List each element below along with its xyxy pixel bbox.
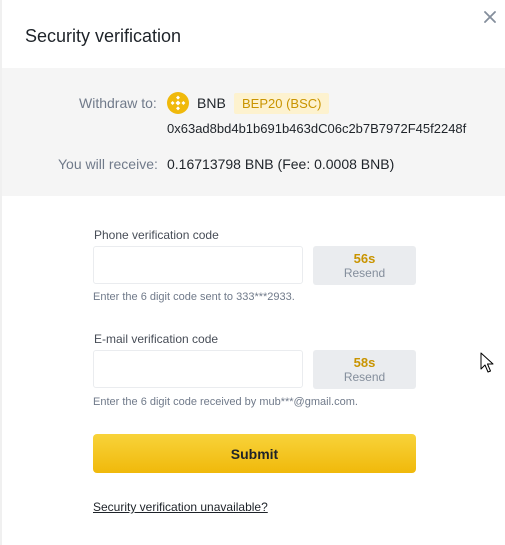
phone-countdown: 56s	[353, 251, 376, 266]
verification-unavailable-link[interactable]: Security verification unavailable?	[93, 500, 268, 514]
receive-label: You will receive:	[58, 156, 158, 172]
phone-code-input[interactable]	[93, 246, 303, 284]
receive-amount: 0.16713798 BNB (Fee: 0.0008 BNB)	[167, 156, 395, 172]
submit-button[interactable]: Submit	[93, 434, 416, 473]
phone-code-label: Phone verification code	[94, 228, 219, 242]
email-code-hint: Enter the 6 digit code received by mub**…	[93, 396, 358, 408]
dialog-title: Security verification	[25, 26, 182, 46]
phone-resend-label: Resend	[343, 266, 386, 280]
network-badge: BEP20 (BSC)	[234, 93, 330, 114]
email-code-input[interactable]	[93, 350, 303, 388]
withdraw-to-label: Withdraw to:	[79, 95, 157, 111]
email-resend-button[interactable]: 58s Resend	[313, 350, 416, 389]
phone-resend-button[interactable]: 56s Resend	[313, 246, 416, 285]
security-verification-dialog: Security verification Withdraw to: BNB B…	[0, 0, 505, 545]
email-code-label: E-mail verification code	[94, 332, 219, 346]
close-icon	[484, 11, 496, 23]
phone-code-hint: Enter the 6 digit code sent to 333***293…	[93, 291, 295, 303]
bnb-coin-icon	[167, 92, 189, 114]
coin-name: BNB	[197, 95, 226, 111]
email-countdown: 58s	[353, 355, 376, 370]
email-resend-label: Resend	[343, 370, 386, 384]
close-button[interactable]	[479, 6, 501, 28]
withdraw-address: 0x63ad8bd4b1b691b463dC06c2b7B7972F45f224…	[167, 121, 467, 136]
mouse-pointer-icon	[480, 352, 494, 373]
